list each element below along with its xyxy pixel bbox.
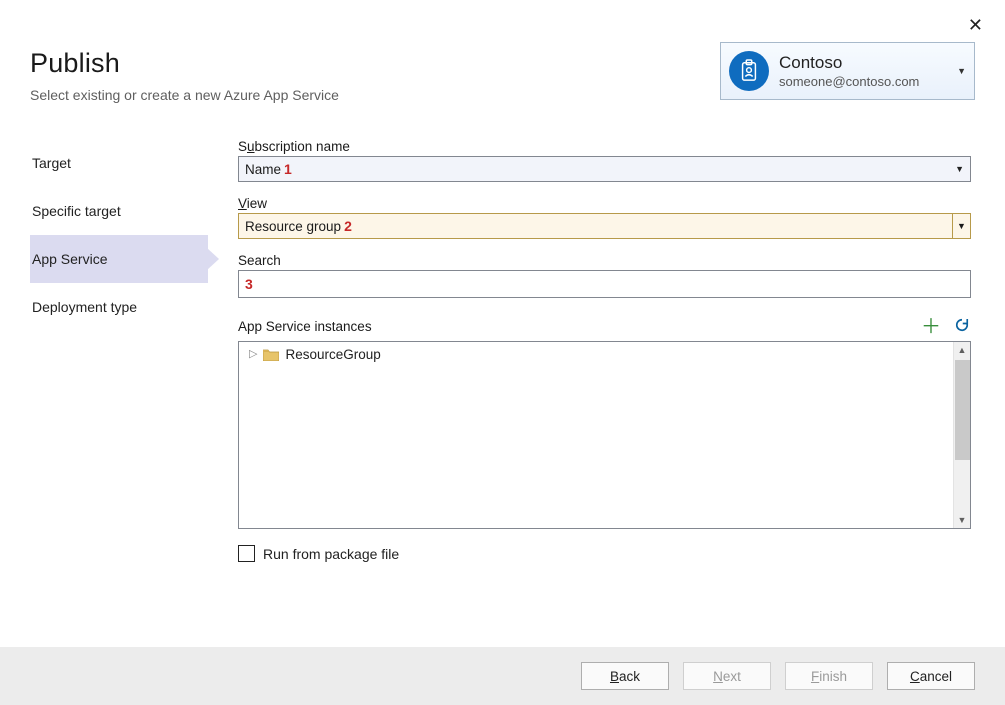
cancel-button[interactable]: Cancel: [887, 662, 975, 690]
instances-header: App Service instances ＋: [238, 316, 971, 337]
sidebar-item-label: Specific target: [32, 203, 121, 219]
next-button: Next: [683, 662, 771, 690]
scroll-down-icon[interactable]: ▼: [958, 512, 967, 528]
annotation-3: 3: [245, 276, 253, 292]
sidebar-item-label: Deployment type: [32, 299, 137, 315]
folder-icon: [263, 348, 279, 361]
subscription-dropdown[interactable]: Name 1 ▼: [238, 156, 971, 182]
subscription-value: Name: [245, 162, 281, 177]
run-from-package-checkbox[interactable]: Run from package file: [238, 545, 971, 562]
publish-dialog: ✕ Contoso someone@contoso.com ▼ Publish …: [0, 0, 1005, 705]
vertical-scrollbar[interactable]: ▲ ▼: [953, 342, 970, 528]
search-input[interactable]: 3: [238, 270, 971, 298]
account-name: Contoso: [779, 52, 953, 73]
search-label: Search: [238, 253, 971, 268]
sidebar-item-target[interactable]: Target: [30, 139, 208, 187]
checkbox-box[interactable]: [238, 545, 255, 562]
checkbox-label: Run from package file: [263, 546, 399, 562]
sidebar-item-label: Target: [32, 155, 71, 171]
dialog-body: Target Specific target App Service Deplo…: [0, 139, 1005, 562]
close-icon[interactable]: ✕: [964, 14, 987, 36]
account-picker[interactable]: Contoso someone@contoso.com ▼: [720, 42, 975, 100]
refresh-icon[interactable]: [953, 316, 971, 337]
sidebar-item-app-service[interactable]: App Service: [30, 235, 208, 283]
instances-tree[interactable]: ▷ ResourceGroup ▲ ▼: [238, 341, 971, 529]
subscription-label: Subscription name: [238, 139, 971, 154]
annotation-1: 1: [284, 161, 292, 177]
tree-node-label: ResourceGroup: [285, 347, 380, 362]
dialog-footer: Back Next Finish Cancel: [0, 647, 1005, 705]
main-panel: Subscription name Name 1 ▼ View Resource…: [208, 139, 975, 562]
chevron-down-icon: ▼: [957, 66, 966, 76]
annotation-2: 2: [344, 218, 352, 234]
view-label: View: [238, 196, 971, 211]
view-value: Resource group: [245, 219, 341, 234]
chevron-down-icon: ▼: [952, 214, 970, 238]
wizard-sidebar: Target Specific target App Service Deplo…: [30, 139, 208, 562]
sidebar-item-specific-target[interactable]: Specific target: [30, 187, 208, 235]
view-dropdown[interactable]: Resource group 2 ▼: [238, 213, 971, 239]
sidebar-item-label: App Service: [32, 251, 107, 267]
scroll-thumb[interactable]: [955, 360, 970, 460]
badge-icon: [729, 51, 769, 91]
instances-label: App Service instances: [238, 319, 372, 334]
finish-button: Finish: [785, 662, 873, 690]
account-email: someone@contoso.com: [779, 74, 953, 90]
chevron-down-icon: ▼: [955, 164, 964, 174]
plus-icon[interactable]: ＋: [921, 317, 941, 337]
account-texts: Contoso someone@contoso.com: [779, 52, 953, 90]
back-button[interactable]: Back: [581, 662, 669, 690]
sidebar-item-deployment-type[interactable]: Deployment type: [30, 283, 208, 331]
chevron-right-icon[interactable]: ▷: [249, 347, 257, 360]
tree-row-resourcegroup[interactable]: ▷ ResourceGroup: [239, 342, 970, 364]
scroll-up-icon[interactable]: ▲: [958, 342, 967, 358]
